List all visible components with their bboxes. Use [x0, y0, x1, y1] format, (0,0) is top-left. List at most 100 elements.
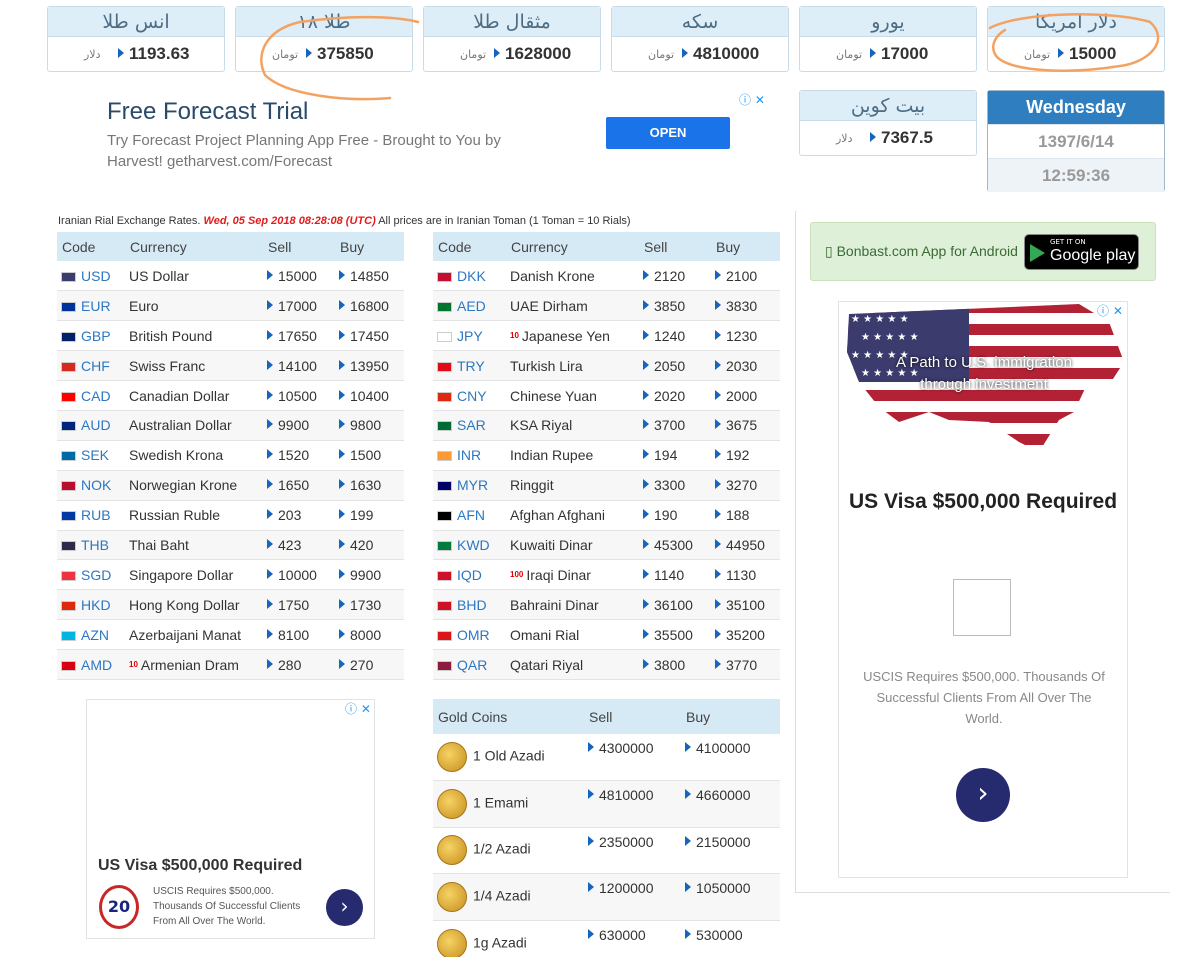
buy-value: 1130 — [726, 566, 757, 583]
currency-code-link[interactable]: AED — [457, 298, 486, 314]
table-row[interactable]: OMR Omani Rial 35500 35200 — [433, 619, 780, 651]
table-row[interactable]: QAR Qatari Riyal 3800 3770 — [433, 649, 780, 680]
currency-code-link[interactable]: KWD — [457, 537, 490, 553]
table-row[interactable]: TRY Turkish Lira 2050 2030 — [433, 350, 780, 382]
currency-code-link[interactable]: SEK — [81, 447, 109, 463]
currency-code-link[interactable]: OMR — [457, 627, 490, 643]
price-title: دلار امریکا — [988, 7, 1164, 37]
price-title: طلا ۱۸ — [236, 7, 412, 37]
table-row[interactable]: RUB Russian Ruble 203 199 — [57, 500, 404, 531]
side-ad-title[interactable]: US Visa $500,000 Required — [839, 484, 1127, 519]
currency-code-link[interactable]: USD — [81, 268, 111, 284]
currency-code-link[interactable]: AMD — [81, 657, 112, 673]
table-row[interactable]: 1 Emami 4810000 4660000 — [433, 780, 780, 828]
table-row[interactable]: AZN Azerbaijani Manat 8100 8000 — [57, 619, 404, 651]
table-row[interactable]: SGD Singapore Dollar 10000 9900 — [57, 559, 404, 591]
currency-code-link[interactable]: AFN — [457, 507, 485, 523]
table-row[interactable]: DKK Danish Krone 2120 2100 — [433, 261, 780, 292]
ad-choices-icon[interactable]: ⓘ ✕ — [345, 700, 371, 717]
buy-value: 44950 — [726, 536, 765, 553]
currency-code-link[interactable]: CHF — [81, 358, 110, 374]
buy-value: 35200 — [726, 626, 765, 643]
flag-icon — [61, 540, 76, 551]
table-row[interactable]: 1 Old Azadi 4300000 4100000 — [433, 734, 780, 782]
bottom-ad-title[interactable]: US Visa $500,000 Required — [98, 857, 302, 875]
currency-code-link[interactable]: DKK — [457, 268, 486, 284]
ad-text: Try Forecast Project Planning App Free -… — [107, 132, 501, 170]
ad-title[interactable]: Free Forecast Trial — [107, 98, 308, 126]
table-row[interactable]: SEK Swedish Krona 1520 1500 — [57, 440, 404, 471]
app-banner-text[interactable]: ▯ Bonbast.com App for Android — [825, 243, 1018, 260]
currency-code-link[interactable]: TRY — [457, 358, 485, 374]
table-row[interactable]: 1/4 Azadi 1200000 1050000 — [433, 873, 780, 921]
price-box: انس طلا دلار 1193.63 — [47, 6, 225, 72]
flag-icon — [437, 660, 452, 671]
ad-open-button[interactable]: OPEN — [606, 117, 730, 149]
table-row[interactable]: IQD 100 Iraqi Dinar 1140 1130 — [433, 559, 780, 591]
table-row[interactable]: SAR KSA Riyal 3700 3675 — [433, 410, 780, 441]
table-row[interactable]: MYR Ringgit 3300 3270 — [433, 470, 780, 501]
table-row[interactable]: AFN Afghan Afghani 190 188 — [433, 500, 780, 531]
currency-code-link[interactable]: CNY — [457, 388, 487, 404]
currency-code-link[interactable]: IQD — [457, 567, 482, 583]
top-ad[interactable]: Free Forecast Trial Try Forecast Project… — [106, 92, 771, 187]
ad-choices-icon[interactable]: ⓘ ✕ — [1097, 302, 1123, 319]
currency-code-link[interactable]: THB — [81, 537, 109, 553]
arrow-right-icon — [339, 658, 345, 669]
sell-value: 15000 — [278, 267, 317, 284]
currency-code-link[interactable]: AZN — [81, 627, 109, 643]
buy-value: 192 — [726, 447, 750, 464]
currency-name: Thai Baht — [129, 536, 189, 553]
table-row[interactable]: JPY 10 Japanese Yen 1240 1230 — [433, 320, 780, 352]
arrow-right-icon — [267, 479, 273, 490]
arrow-right-icon — [339, 389, 345, 400]
table-row[interactable]: KWD Kuwaiti Dinar 45300 44950 — [433, 530, 780, 561]
table-row[interactable]: AMD 10 Armenian Dram 280 270 — [57, 649, 404, 680]
coin-name: 1 Emami — [473, 794, 529, 811]
table-row[interactable]: EUR Euro 17000 16800 — [57, 290, 404, 322]
side-ad[interactable]: ★ ★ ★ ★ ★ ★ ★ ★ ★ ★ ★ ★ ★ ★ ★ ★ ★ ★ ★ ★ … — [838, 301, 1128, 878]
currency-code-link[interactable]: INR — [457, 447, 481, 463]
currency-code-link[interactable]: EUR — [81, 298, 111, 314]
currency-code-link[interactable]: NOK — [81, 477, 111, 493]
table-row[interactable]: CAD Canadian Dollar 10500 10400 — [57, 380, 404, 411]
sell-value: 45300 — [654, 536, 693, 553]
table-row[interactable]: INR Indian Rupee 194 192 — [433, 440, 780, 471]
bottom-ad[interactable]: ⓘ ✕ US Visa $500,000 Required 20 USCIS R… — [86, 699, 375, 939]
table-row[interactable]: USD US Dollar 15000 14850 — [57, 261, 404, 292]
price-unit: تومان — [836, 48, 863, 61]
sell-value: 2350000 — [599, 833, 654, 850]
chevron-right-button[interactable]: › — [326, 889, 363, 926]
currency-code-link[interactable]: BHD — [457, 597, 487, 613]
arrow-right-icon — [643, 538, 649, 549]
table-row[interactable]: AUD Australian Dollar 9900 9800 — [57, 410, 404, 441]
currency-code-link[interactable]: JPY — [457, 328, 483, 344]
table-row[interactable]: NOK Norwegian Krone 1650 1630 — [57, 470, 404, 501]
table-row[interactable]: CHF Swiss Franc 14100 13950 — [57, 350, 404, 382]
android-app-banner[interactable]: ▯ Bonbast.com App for Android GET IT ON … — [810, 222, 1156, 281]
currency-code-link[interactable]: QAR — [457, 657, 487, 673]
table-row[interactable]: GBP British Pound 17650 17450 — [57, 320, 404, 352]
flag-icon — [61, 630, 76, 641]
table-row[interactable]: 1/2 Azadi 2350000 2150000 — [433, 827, 780, 875]
currency-code-link[interactable]: GBP — [81, 328, 111, 344]
google-play-badge[interactable]: GET IT ON Google play — [1024, 234, 1139, 270]
table-row[interactable]: AED UAE Dirham 3850 3830 — [433, 290, 780, 322]
currency-code-link[interactable]: AUD — [81, 417, 111, 433]
table-row[interactable]: 1g Azadi 630000 530000 — [433, 920, 780, 957]
broken-image — [953, 579, 1011, 636]
currency-code-link[interactable]: MYR — [457, 477, 488, 493]
currency-code-link[interactable]: CAD — [81, 388, 111, 404]
currency-code-link[interactable]: RUB — [81, 507, 111, 523]
table-row[interactable]: THB Thai Baht 423 420 — [57, 530, 404, 561]
arrow-right-icon — [1058, 48, 1064, 58]
currency-code-link[interactable]: SAR — [457, 417, 486, 433]
ad-choices-icon[interactable]: ⓘ ✕ — [739, 91, 765, 108]
table-row[interactable]: HKD Hong Kong Dollar 1750 1730 — [57, 589, 404, 621]
chevron-right-button[interactable]: › — [956, 768, 1010, 822]
table-row[interactable]: CNY Chinese Yuan 2020 2000 — [433, 380, 780, 411]
currency-code-link[interactable]: SGD — [81, 567, 111, 583]
table-row[interactable]: BHD Bahraini Dinar 36100 35100 — [433, 589, 780, 621]
flag-icon — [61, 600, 76, 611]
currency-code-link[interactable]: HKD — [81, 597, 111, 613]
